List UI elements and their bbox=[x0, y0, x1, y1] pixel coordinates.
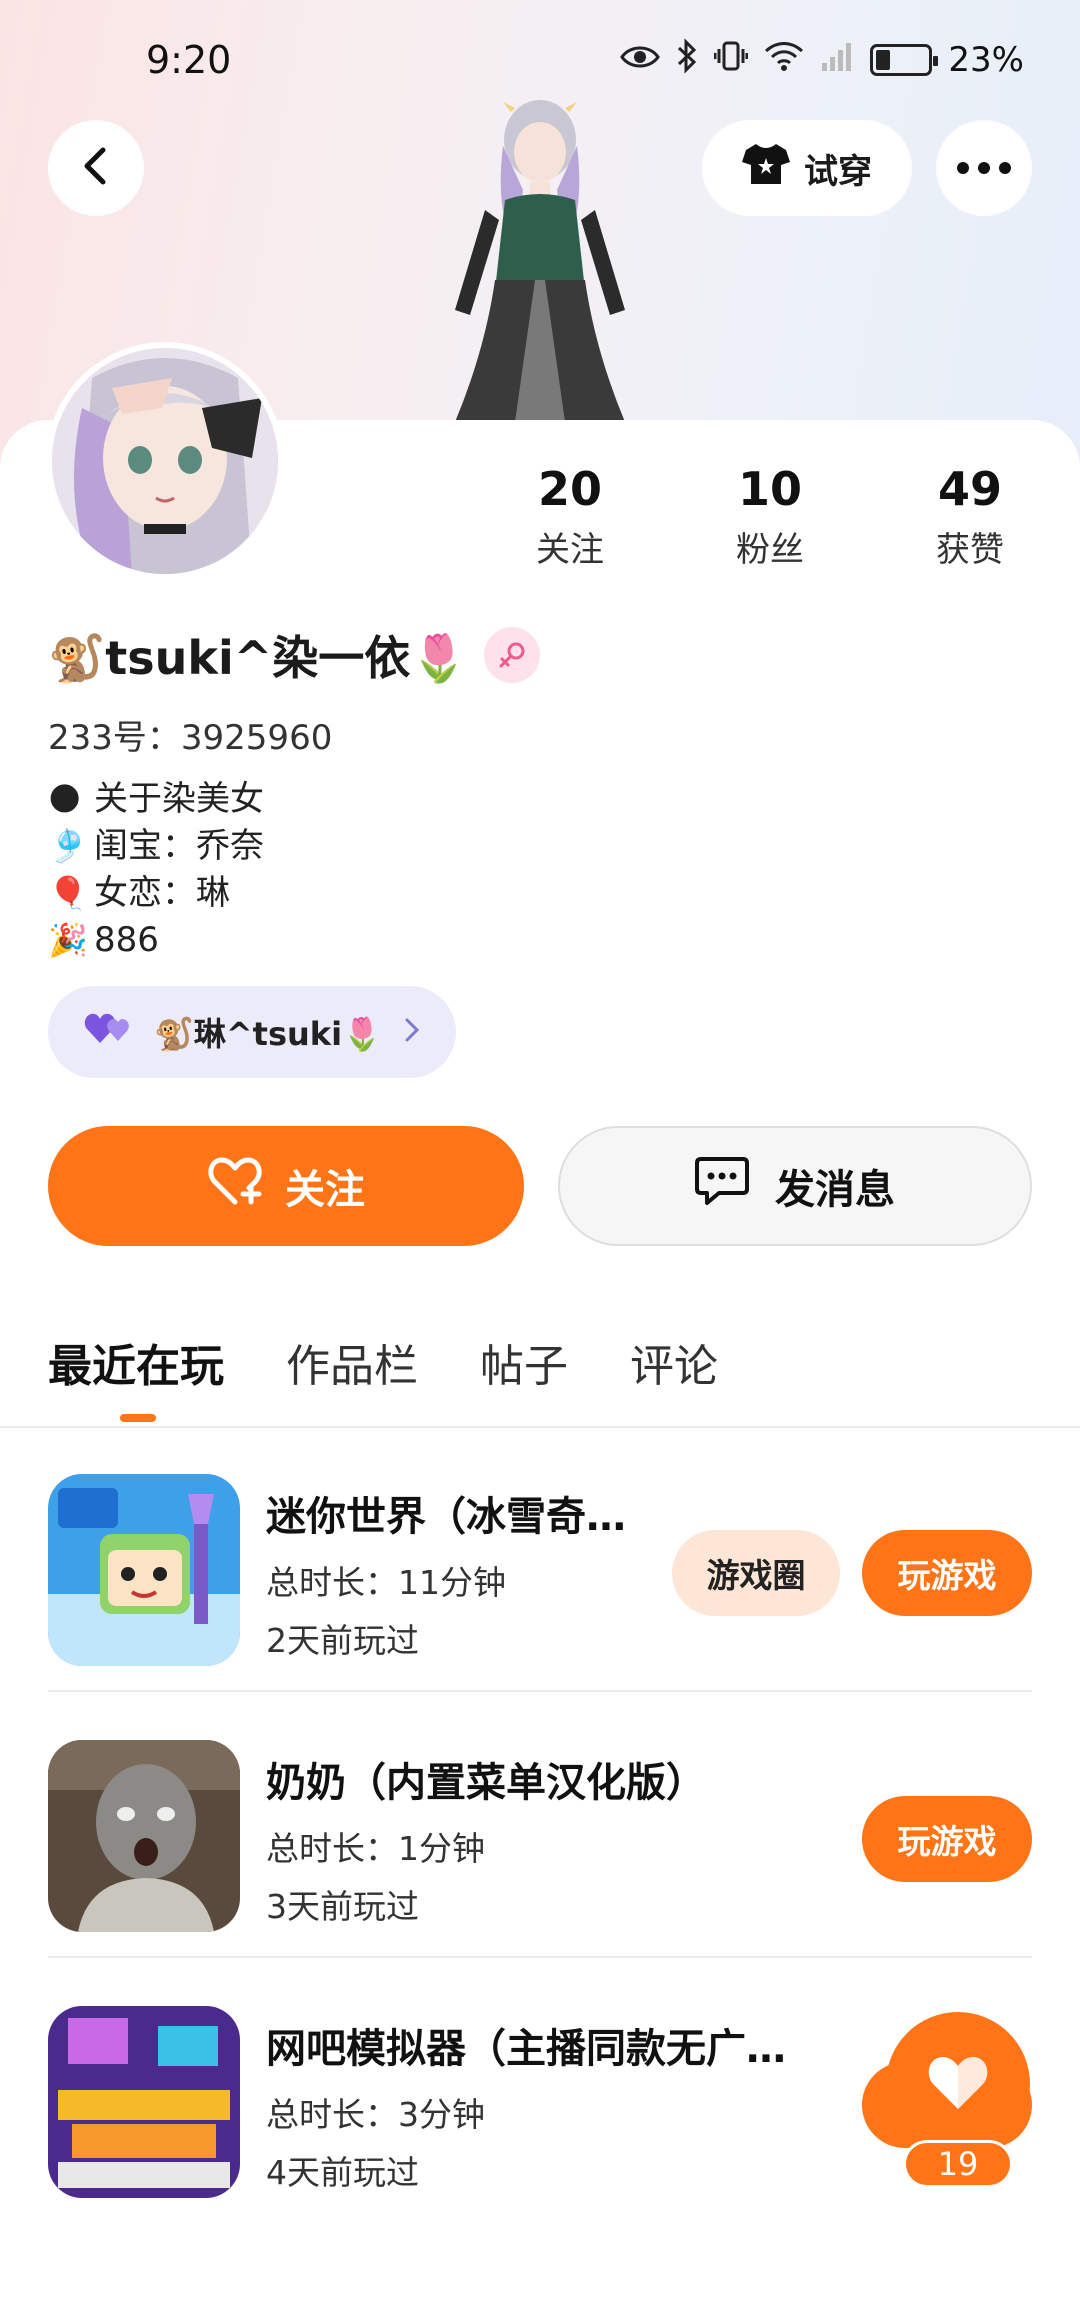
list-item[interactable]: 奶奶（内置菜单汉化版） 总时长：1分钟 3天前玩过 玩游戏 bbox=[48, 1692, 1032, 1958]
vibrate-icon bbox=[713, 39, 749, 82]
cp-label: 🐒琳^tsuki🌷 bbox=[154, 1015, 382, 1053]
game-icon-mini-world bbox=[48, 1474, 240, 1666]
status-time: 9:20 bbox=[146, 38, 232, 82]
recent-games-list: 迷你世界（冰雪奇… 总时长：11分钟 2天前玩过 游戏圈 玩游戏 奶奶（内置菜单… bbox=[48, 1426, 1032, 2224]
username: 🐒tsuki^染一依🌷 bbox=[48, 631, 468, 685]
back-button[interactable] bbox=[48, 120, 144, 216]
cp-relationship-chip[interactable]: 🐒琳^tsuki🌷 bbox=[48, 986, 456, 1078]
heart-plus-icon bbox=[207, 1156, 263, 1216]
game-title: 迷你世界（冰雪奇… bbox=[266, 1494, 626, 1540]
bio-emoji: 🎐 bbox=[48, 827, 88, 865]
battery-level: 23% bbox=[948, 40, 1024, 80]
username-row: 🐒tsuki^染一依🌷 bbox=[48, 622, 540, 688]
status-icons: 23% bbox=[620, 37, 1024, 83]
try-on-label: 试穿 bbox=[804, 151, 872, 192]
stat-value: 10 bbox=[737, 462, 802, 516]
tab-works[interactable]: 作品栏 bbox=[286, 1330, 418, 1394]
tab-comments[interactable]: 评论 bbox=[630, 1330, 718, 1394]
avatar-3d-character bbox=[415, 100, 665, 422]
user-id-label: 233号： bbox=[48, 718, 181, 758]
game-last-played: 4天前玩过 bbox=[266, 2153, 419, 2192]
message-label: 发消息 bbox=[775, 1167, 895, 1213]
game-last-played: 2天前玩过 bbox=[266, 1621, 419, 1660]
game-title: 奶奶（内置菜单汉化版） bbox=[266, 1760, 706, 1806]
play-game-button[interactable]: 玩游戏 bbox=[862, 1530, 1032, 1616]
avatar[interactable] bbox=[46, 342, 284, 580]
profile-tabs: 最近在玩 作品栏 帖子 评论 bbox=[48, 1330, 718, 1422]
heart-icon bbox=[926, 2053, 990, 2115]
battery-icon bbox=[870, 44, 939, 76]
list-item[interactable]: 迷你世界（冰雪奇… 总时长：11分钟 2天前玩过 游戏圈 玩游戏 bbox=[48, 1426, 1032, 1692]
bio-emoji: 🌑 bbox=[48, 780, 82, 818]
game-info: 迷你世界（冰雪奇… 总时长：11分钟 2天前玩过 bbox=[266, 1484, 626, 1662]
more-dots-icon bbox=[957, 159, 1011, 178]
follow-button[interactable]: 关注 bbox=[48, 1126, 524, 1246]
chevron-left-icon bbox=[81, 146, 111, 190]
stat-label: 获赞 bbox=[936, 530, 1004, 570]
game-info: 奶奶（内置菜单汉化版） 总时长：1分钟 3天前玩过 bbox=[266, 1750, 706, 1928]
stat-value: 20 bbox=[537, 462, 602, 516]
double-heart-icon bbox=[84, 1011, 134, 1053]
list-item[interactable]: 网吧模拟器（主播同款无广… 总时长：3分钟 4天前玩过 玩游戏 bbox=[48, 1958, 1032, 2224]
bio-line: 🎈 女恋：琳 bbox=[48, 870, 264, 917]
bio-emoji: 🎉 bbox=[48, 921, 88, 959]
bio-text: 女恋：琳 bbox=[94, 873, 230, 913]
more-button[interactable] bbox=[936, 120, 1032, 216]
tab-posts[interactable]: 帖子 bbox=[480, 1330, 568, 1394]
game-icon-granny bbox=[48, 1740, 240, 1932]
signal-icon bbox=[820, 39, 854, 82]
bio-emoji: 🎈 bbox=[48, 874, 88, 912]
game-circle-button[interactable]: 游戏圈 bbox=[672, 1530, 840, 1616]
bluetooth-icon bbox=[676, 37, 698, 83]
message-button[interactable]: 发消息 bbox=[558, 1126, 1032, 1246]
game-icon-internet-cafe bbox=[48, 2006, 240, 2198]
chat-bubble-icon bbox=[695, 1155, 749, 1217]
game-info: 网吧模拟器（主播同款无广… 总时长：3分钟 4天前玩过 bbox=[266, 2016, 786, 2194]
eye-icon bbox=[620, 40, 661, 80]
game-duration: 总时长：11分钟 bbox=[266, 1563, 506, 1602]
stat-label: 粉丝 bbox=[736, 530, 804, 570]
game-duration: 总时长：1分钟 bbox=[266, 1829, 485, 1868]
stat-following[interactable]: 20 关注 bbox=[470, 462, 670, 571]
game-last-played: 3天前玩过 bbox=[266, 1887, 419, 1926]
bio-line: 🎉 886 bbox=[48, 917, 264, 964]
profile-stats: 20 关注 10 粉丝 49 获赞 bbox=[470, 462, 1070, 571]
stat-label: 关注 bbox=[536, 530, 604, 570]
game-duration: 总时长：3分钟 bbox=[266, 2095, 485, 2134]
bio-text: 闺宝：乔奈 bbox=[94, 826, 264, 866]
stat-value: 49 bbox=[937, 462, 1002, 516]
try-on-button[interactable]: 试穿 bbox=[702, 120, 912, 216]
wifi-icon bbox=[764, 40, 804, 80]
chevron-right-icon bbox=[404, 1013, 420, 1051]
game-title: 网吧模拟器（主播同款无广… bbox=[266, 2026, 786, 2072]
user-id-value: 3925960 bbox=[180, 718, 333, 758]
user-id: 233号：3925960 bbox=[48, 710, 332, 759]
stat-followers[interactable]: 10 粉丝 bbox=[670, 462, 870, 571]
stat-likes[interactable]: 49 获赞 bbox=[870, 462, 1070, 571]
bio-text: 关于染美女 bbox=[94, 779, 264, 819]
bio: 🌑 关于染美女 🎐 闺宝：乔奈 🎈 女恋：琳 🎉 886 bbox=[48, 776, 264, 964]
like-count-badge: 19 bbox=[903, 2140, 1013, 2188]
bio-line: 🌑 关于染美女 bbox=[48, 776, 264, 823]
bio-line: 🎐 闺宝：乔奈 bbox=[48, 823, 264, 870]
like-floating-button[interactable] bbox=[886, 2012, 1030, 2156]
shirt-icon bbox=[742, 142, 790, 195]
play-game-button[interactable]: 玩游戏 bbox=[862, 1796, 1032, 1882]
tab-recently-played[interactable]: 最近在玩 bbox=[48, 1330, 224, 1422]
bio-text: 886 bbox=[94, 920, 159, 960]
female-icon bbox=[483, 627, 540, 683]
follow-label: 关注 bbox=[285, 1167, 365, 1213]
